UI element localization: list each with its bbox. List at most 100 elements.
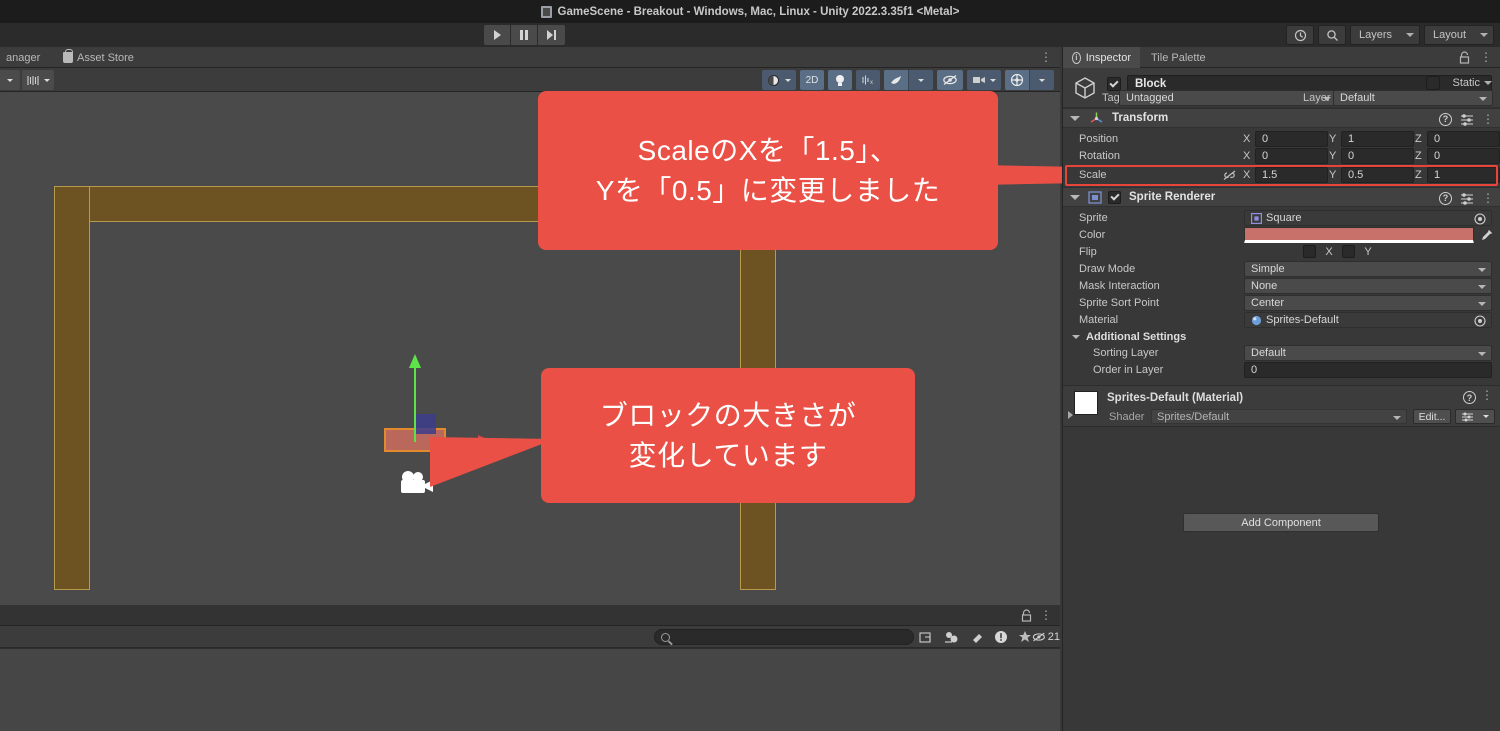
constrain-proportions-off-icon[interactable] bbox=[1223, 170, 1236, 181]
sprite-sort-point-dropdown[interactable]: Center bbox=[1244, 295, 1492, 311]
gizmo-z-handle[interactable] bbox=[414, 414, 436, 434]
effects-toggle[interactable] bbox=[884, 70, 909, 90]
layers-dropdown[interactable]: Layers bbox=[1350, 25, 1420, 45]
chevron-down-icon bbox=[1039, 78, 1045, 82]
position-x-input[interactable]: 0 bbox=[1255, 131, 1328, 147]
lighting-toggle[interactable] bbox=[828, 70, 852, 90]
material-sphere-icon bbox=[1251, 315, 1262, 325]
kebab-menu-icon[interactable]: ⋮ bbox=[1040, 608, 1052, 622]
scale-z-input[interactable]: 1 bbox=[1427, 167, 1500, 183]
static-checkbox[interactable] bbox=[1426, 76, 1440, 90]
shader-menu-dropdown[interactable] bbox=[1455, 409, 1495, 424]
chevron-down-icon[interactable] bbox=[1484, 81, 1492, 85]
kebab-menu-icon[interactable]: ⋮ bbox=[1481, 388, 1493, 402]
draw-mode-dropdown[interactable]: Simple bbox=[1244, 261, 1492, 277]
component-header-sprite-renderer[interactable]: Sprite Renderer ? ⋮ bbox=[1063, 187, 1500, 207]
shader-dropdown[interactable]: Sprites/Default bbox=[1151, 409, 1407, 424]
order-in-layer-input[interactable]: 0 bbox=[1244, 362, 1492, 378]
foldout-arrow-icon[interactable] bbox=[1070, 194, 1080, 200]
kebab-menu-icon[interactable]: ⋮ bbox=[1040, 50, 1052, 64]
eyedropper-icon[interactable] bbox=[1480, 229, 1493, 242]
effects-dropdown[interactable] bbox=[909, 70, 933, 90]
component-header-transform[interactable]: Transform ? ⋮ bbox=[1063, 108, 1500, 128]
sprite-renderer-enabled-checkbox[interactable] bbox=[1108, 190, 1121, 204]
console-clear-on-build-button[interactable] bbox=[916, 629, 936, 645]
pause-button[interactable] bbox=[511, 25, 538, 45]
wall-left[interactable] bbox=[54, 186, 90, 590]
add-component-button[interactable]: Add Component bbox=[1183, 513, 1379, 532]
history-button[interactable] bbox=[1286, 25, 1314, 45]
scale-x-input[interactable]: 1.5 bbox=[1255, 167, 1328, 183]
gizmo-y-axis[interactable] bbox=[414, 360, 416, 442]
help-icon[interactable]: ? bbox=[1463, 391, 1476, 404]
object-picker-icon[interactable] bbox=[1474, 315, 1486, 327]
material-object-field[interactable]: Sprites-Default bbox=[1244, 312, 1492, 328]
gizmo-y-arrow-icon[interactable] bbox=[409, 354, 421, 368]
color-swatch[interactable] bbox=[1244, 227, 1474, 243]
position-y-input[interactable]: 1 bbox=[1341, 131, 1414, 147]
tab-inspector-label: Inspector bbox=[1085, 51, 1131, 64]
kebab-menu-icon[interactable]: ⋮ bbox=[1480, 50, 1492, 64]
layer-dropdown[interactable]: Default bbox=[1333, 90, 1493, 106]
kebab-menu-icon[interactable]: ⋮ bbox=[1482, 191, 1494, 205]
draw-mode-value: Simple bbox=[1251, 263, 1285, 275]
flip-y-checkbox[interactable] bbox=[1342, 245, 1355, 258]
callout-scale-line2: Yを「0.5」に変更しました bbox=[595, 174, 941, 206]
kebab-menu-icon[interactable]: ⋮ bbox=[1482, 112, 1494, 126]
scene-visibility-toggle[interactable] bbox=[937, 70, 963, 90]
lock-icon[interactable] bbox=[1021, 609, 1032, 622]
presets-icon[interactable] bbox=[1460, 113, 1474, 126]
foldout-arrow-icon[interactable] bbox=[1068, 411, 1073, 419]
field-row-flip: Flip X Y bbox=[1063, 244, 1500, 261]
console-search-input[interactable] bbox=[654, 629, 914, 645]
tab-package-manager[interactable]: anager bbox=[0, 47, 48, 68]
draw-mode-dropdown[interactable] bbox=[762, 70, 796, 90]
rotation-x-input[interactable]: 0 bbox=[1255, 148, 1328, 164]
layout-dropdown[interactable]: Layout bbox=[1424, 25, 1494, 45]
audio-toggle[interactable]: x bbox=[856, 70, 880, 90]
sorting-layer-dropdown[interactable]: Default bbox=[1244, 345, 1492, 361]
chevron-down-icon bbox=[44, 78, 50, 82]
step-icon bbox=[547, 30, 556, 40]
tab-tile-palette[interactable]: Tile Palette bbox=[1142, 47, 1215, 68]
window-icon bbox=[919, 631, 931, 643]
tool-handle-dropdown[interactable] bbox=[0, 70, 20, 90]
rotation-y-input[interactable]: 0 bbox=[1341, 148, 1414, 164]
foldout-arrow-icon[interactable] bbox=[1070, 115, 1080, 121]
tab-inspector[interactable]: i Inspector bbox=[1063, 47, 1140, 68]
tab-asset-store[interactable]: Asset Store bbox=[55, 47, 142, 68]
search-button[interactable] bbox=[1318, 25, 1346, 45]
additional-settings-foldout[interactable]: Additional Settings bbox=[1063, 329, 1500, 345]
rotation-z-input[interactable]: 0 bbox=[1427, 148, 1500, 164]
presets-icon[interactable] bbox=[1460, 192, 1474, 205]
object-active-checkbox[interactable] bbox=[1107, 77, 1121, 91]
audio-icon: x bbox=[862, 75, 873, 86]
gizmos-toggle[interactable] bbox=[1005, 70, 1030, 90]
console-error-filter-button[interactable] bbox=[990, 629, 1012, 645]
help-icon[interactable]: ? bbox=[1439, 112, 1452, 126]
play-button[interactable] bbox=[484, 25, 511, 45]
scale-label: Scale bbox=[1079, 169, 1107, 181]
mask-interaction-dropdown[interactable]: None bbox=[1244, 278, 1492, 294]
console-collapse-button[interactable] bbox=[940, 629, 962, 645]
position-z-input[interactable]: 0 bbox=[1427, 131, 1500, 147]
sprite-label: Sprite bbox=[1079, 212, 1108, 224]
lock-icon[interactable] bbox=[1459, 51, 1470, 64]
flip-x-checkbox[interactable] bbox=[1303, 245, 1316, 258]
console-message-list[interactable] bbox=[0, 648, 1060, 731]
2d-toggle[interactable]: 2D bbox=[800, 70, 824, 90]
shader-edit-button[interactable]: Edit... bbox=[1413, 409, 1451, 424]
sprite-object-field[interactable]: Square bbox=[1244, 210, 1492, 226]
step-button[interactable] bbox=[538, 25, 565, 45]
camera-settings-button[interactable] bbox=[967, 70, 1001, 90]
sprite-asset-icon bbox=[1251, 212, 1262, 224]
grid-snapping-dropdown[interactable] bbox=[22, 70, 54, 90]
help-icon[interactable]: ? bbox=[1439, 191, 1452, 205]
axis-y-label: Y bbox=[1329, 150, 1337, 162]
gizmos-dropdown[interactable] bbox=[1030, 70, 1054, 90]
asset-store-bag-icon bbox=[63, 49, 73, 63]
object-picker-icon[interactable] bbox=[1474, 213, 1486, 225]
scale-y-input[interactable]: 0.5 bbox=[1341, 167, 1414, 183]
console-clear-button[interactable] bbox=[966, 629, 988, 645]
console-hidden-count[interactable]: 21 bbox=[1032, 629, 1060, 645]
